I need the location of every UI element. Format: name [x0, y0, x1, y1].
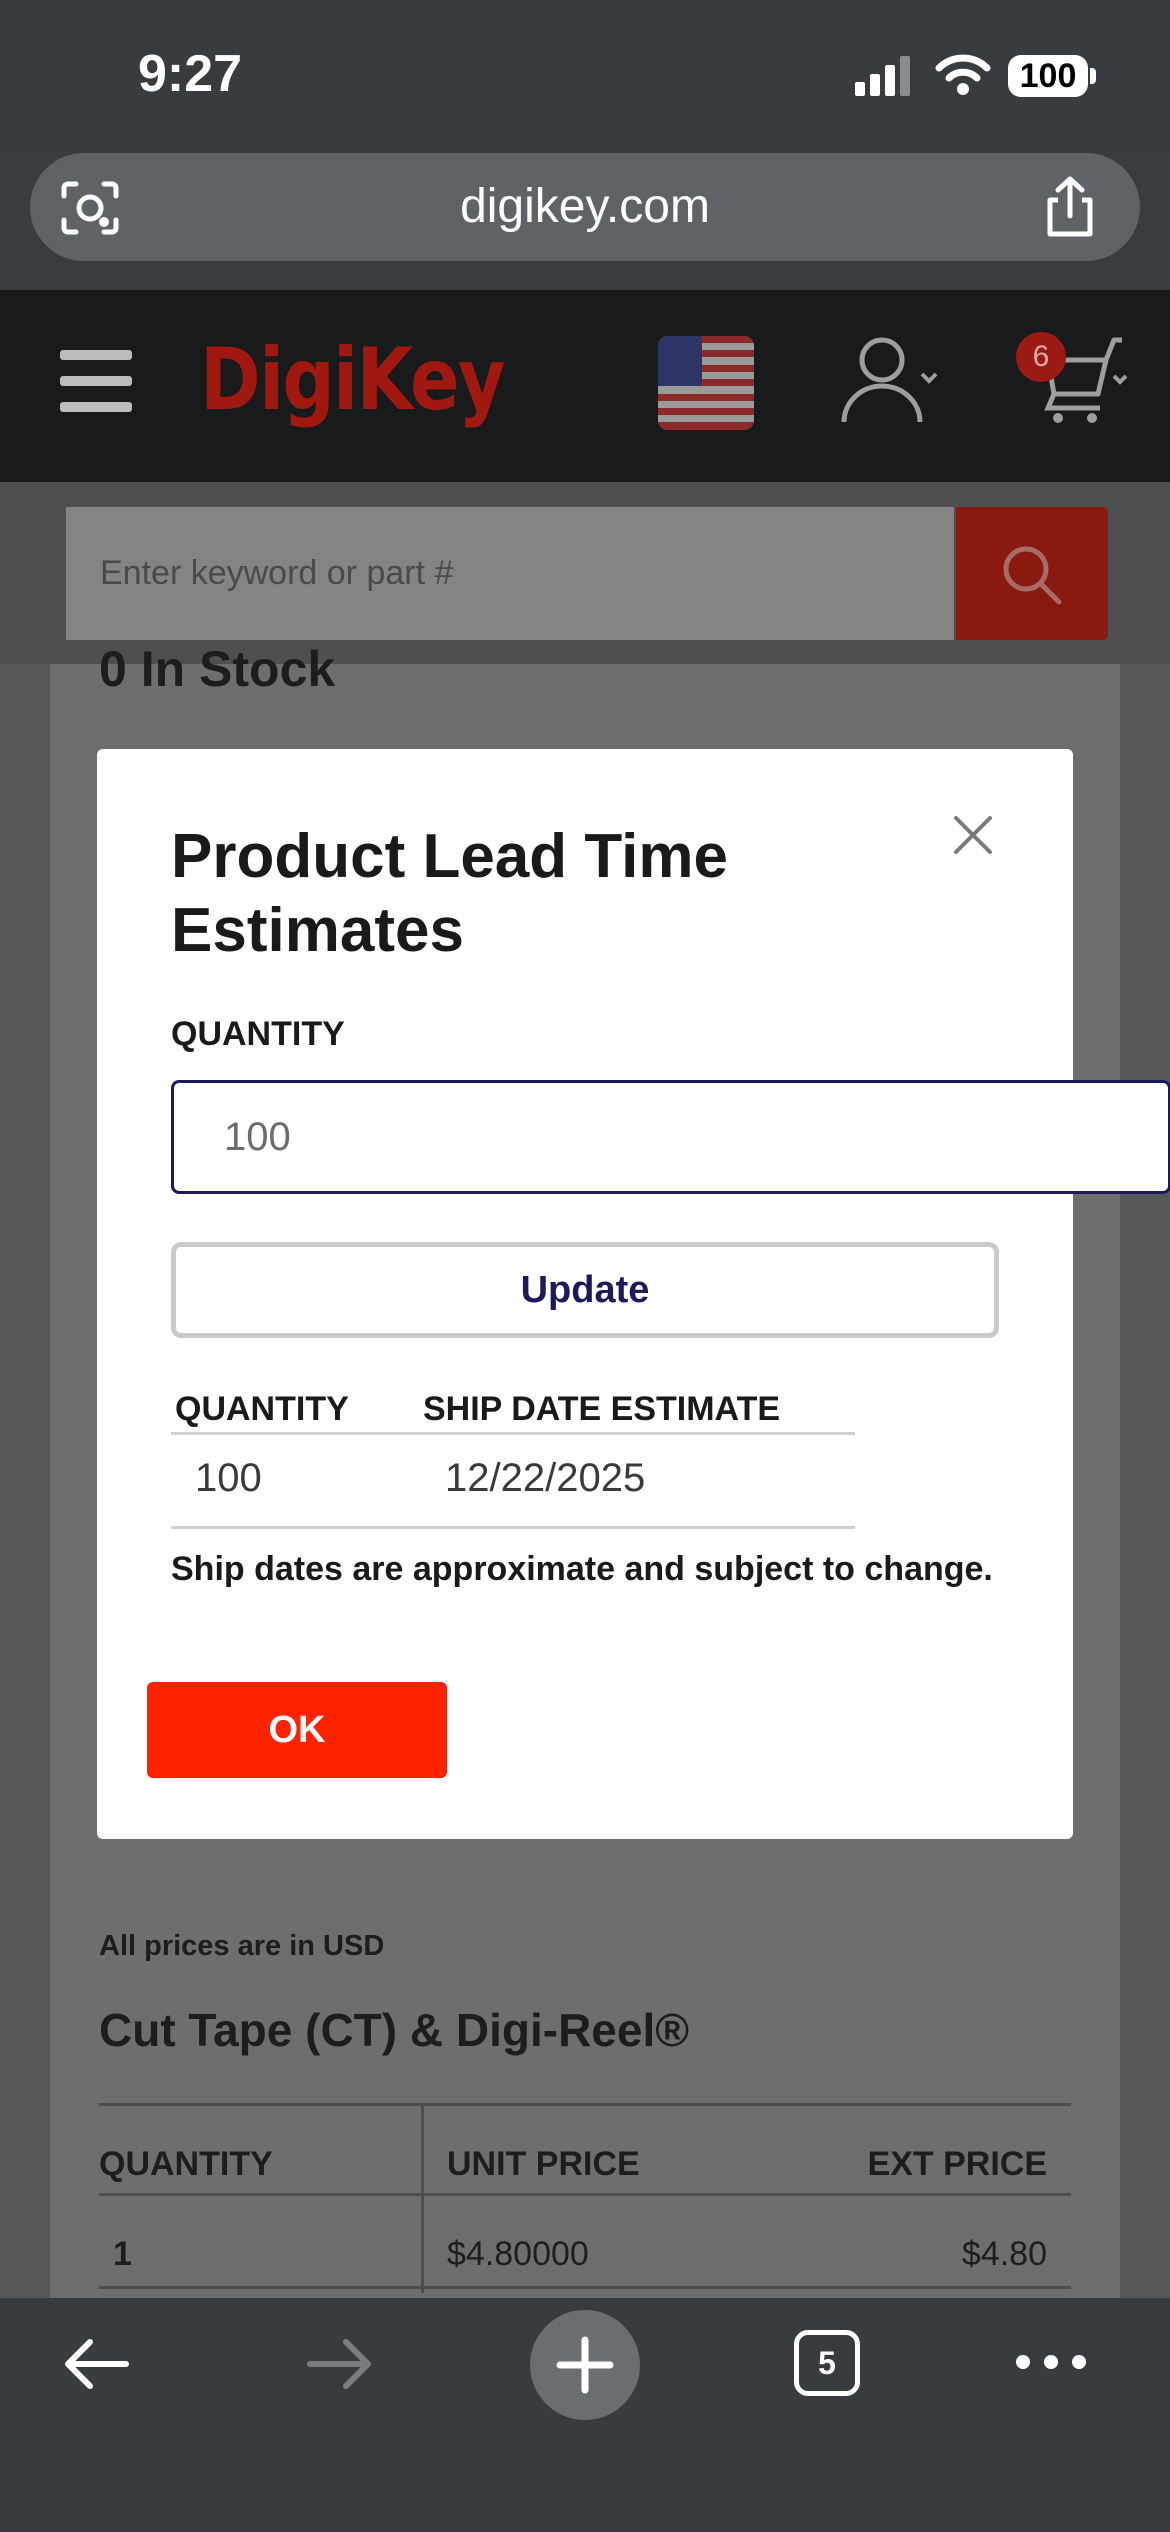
- url-text[interactable]: digikey.com: [30, 153, 1140, 261]
- more-icon[interactable]: [1015, 2352, 1087, 2372]
- lead-row-quantity: 100: [195, 1456, 262, 1500]
- stock-status: 0 In Stock: [99, 641, 336, 697]
- price-row-quantity: 1: [113, 2235, 132, 2273]
- share-icon[interactable]: [1040, 176, 1100, 240]
- account-icon[interactable]: [840, 330, 940, 430]
- cart-count-badge: 6: [1016, 332, 1066, 382]
- back-icon[interactable]: [60, 2334, 132, 2394]
- ok-button[interactable]: OK: [147, 1682, 447, 1778]
- battery-indicator: 100: [1008, 55, 1088, 97]
- modal-title: Product Lead Time Estimates: [171, 822, 728, 965]
- lead-row-ship-date: 12/22/2025: [445, 1456, 646, 1500]
- price-header-quantity: QUANTITY: [99, 2145, 273, 2183]
- price-row-ext-price: $4.80: [961, 2235, 1047, 2273]
- flag-icon[interactable]: [658, 336, 754, 430]
- price-header-ext-price: EXT PRICE: [867, 2145, 1047, 2183]
- signal-icon: [855, 56, 910, 96]
- packaging-title: Cut Tape (CT) & Digi-Reel®: [99, 2004, 690, 2056]
- plus-icon: [556, 2336, 614, 2394]
- site-header: [0, 290, 1170, 482]
- digikey-logo[interactable]: DigiKey: [200, 330, 506, 430]
- ship-date-disclaimer: Ship dates are approximate and subject t…: [171, 1550, 993, 1588]
- quantity-input[interactable]: [171, 1080, 1170, 1194]
- wifi-icon: [935, 54, 991, 95]
- prices-note: All prices are in USD: [99, 1930, 385, 1962]
- price-row-unit-price: $4.80000: [447, 2235, 589, 2273]
- price-header-unit-price: UNIT PRICE: [447, 2145, 640, 2183]
- quantity-label: QUANTITY: [171, 1015, 345, 1053]
- search-input[interactable]: Enter keyword or part #: [66, 507, 954, 640]
- lead-header-quantity: QUANTITY: [175, 1390, 349, 1428]
- new-tab-button[interactable]: [530, 2310, 640, 2420]
- lead-header-ship-date: SHIP DATE ESTIMATE: [423, 1390, 781, 1428]
- search-button[interactable]: [956, 507, 1108, 640]
- update-button[interactable]: Update: [171, 1242, 999, 1338]
- tabs-icon[interactable]: 5: [794, 2330, 860, 2396]
- close-icon[interactable]: [948, 810, 998, 860]
- forward-icon[interactable]: [304, 2334, 376, 2394]
- battery-nub: [1090, 68, 1096, 84]
- search-icon: [1003, 546, 1062, 605]
- menu-icon[interactable]: [60, 350, 132, 412]
- status-time: 9:27: [138, 45, 243, 103]
